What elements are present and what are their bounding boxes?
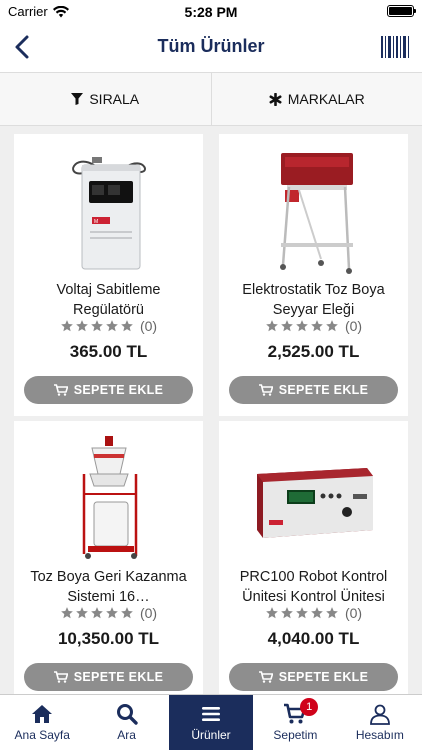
- battery-icon: [387, 5, 416, 17]
- product-image[interactable]: M: [14, 146, 203, 276]
- review-count: (0): [139, 318, 158, 334]
- sort-label: SIRALA: [89, 91, 140, 107]
- review-count: (0): [139, 605, 158, 621]
- sort-button[interactable]: SIRALA: [0, 73, 211, 125]
- filter-bar: SIRALA MARKALAR: [0, 72, 422, 126]
- product-rating: (0): [14, 605, 203, 621]
- cart-icon: [258, 384, 273, 396]
- star-icon: [121, 607, 133, 619]
- tab-home[interactable]: Ana Sayfa: [0, 695, 84, 750]
- product-card[interactable]: M Voltaj Sabitleme Regülatörü (0) 365.00…: [14, 134, 203, 416]
- tab-label: Ara: [117, 728, 136, 742]
- star-icon: [106, 320, 118, 332]
- review-count: (0): [344, 318, 363, 334]
- star-icon: [326, 607, 338, 619]
- add-to-cart-label: SEPETE EKLE: [278, 670, 369, 684]
- voltage-regulator-image: M: [71, 157, 146, 270]
- product-name[interactable]: Voltaj Sabitleme Regülatörü: [22, 280, 195, 320]
- cart-icon: [258, 671, 273, 683]
- star-icon: [121, 320, 133, 332]
- add-to-cart-button[interactable]: SEPETE EKLE: [24, 663, 193, 691]
- tab-products[interactable]: Ürünler: [168, 695, 254, 750]
- add-to-cart-label: SEPETE EKLE: [278, 383, 369, 397]
- star-icon: [61, 607, 73, 619]
- tab-label: Ana Sayfa: [14, 728, 70, 742]
- star-icon: [281, 320, 293, 332]
- star-rating: [60, 319, 134, 333]
- star-icon: [106, 607, 118, 619]
- status-bar: Carrier 5:28 PM: [0, 0, 422, 22]
- barcode-scan-button[interactable]: [380, 34, 410, 60]
- powder-sieve-image: [279, 153, 353, 274]
- filter-icon: [71, 93, 84, 105]
- product-name[interactable]: PRC100 Robot Kontrol Ünitesi Kontrol Üni…: [227, 567, 400, 607]
- cart-count-badge: 1: [300, 698, 319, 716]
- tab-label: Sepetim: [273, 728, 318, 742]
- add-to-cart-button[interactable]: SEPETE EKLE: [229, 663, 398, 691]
- star-icon: [311, 320, 323, 332]
- product-price: 10,350.00 TL: [57, 629, 160, 648]
- product-rating: (0): [14, 318, 203, 334]
- star-icon: [296, 320, 308, 332]
- star-icon: [76, 607, 88, 619]
- add-to-cart-label: SEPETE EKLE: [73, 383, 164, 397]
- menu-icon: [202, 707, 221, 721]
- product-name[interactable]: Elektrostatik Toz Boya Seyyar Eleği: [227, 280, 400, 320]
- brands-label: MARKALAR: [287, 91, 365, 107]
- navigation-bar: Tüm Ürünler: [0, 22, 422, 72]
- star-icon: [91, 607, 103, 619]
- search-icon: [116, 704, 138, 725]
- tab-search[interactable]: Ara: [84, 695, 168, 750]
- product-price: 365.00 TL: [69, 342, 148, 361]
- page-title: Tüm Ürünler: [157, 36, 265, 56]
- product-price: 2,525.00 TL: [267, 342, 360, 361]
- product-image[interactable]: [219, 146, 408, 276]
- product-price: 4,040.00 TL: [267, 629, 360, 648]
- home-icon: [32, 705, 53, 723]
- add-to-cart-button[interactable]: SEPETE EKLE: [229, 376, 398, 404]
- product-card[interactable]: Toz Boya Geri Kazanma Sistemi 16… (0) 10…: [14, 421, 203, 703]
- status-time: 5:28 PM: [184, 4, 238, 20]
- tab-bar: Ana Sayfa Ara Ürünler 1 Sepetim Hesabım: [0, 694, 422, 750]
- product-image[interactable]: [219, 433, 408, 563]
- tab-label: Hesabım: [355, 728, 404, 742]
- tab-cart[interactable]: 1 Sepetim: [253, 695, 337, 750]
- tab-label: Ürünler: [191, 728, 231, 742]
- cart-icon: [53, 384, 68, 396]
- product-name[interactable]: Toz Boya Geri Kazanma Sistemi 16…: [22, 567, 195, 607]
- star-icon: [311, 607, 323, 619]
- robot-control-unit-image: [256, 468, 373, 538]
- star-icon: [91, 320, 103, 332]
- product-card[interactable]: Elektrostatik Toz Boya Seyyar Eleği (0) …: [219, 134, 408, 416]
- star-rating: [265, 606, 339, 620]
- powder-recovery-system-image: [82, 436, 137, 559]
- asterisk-icon: [269, 92, 282, 106]
- star-icon: [266, 320, 278, 332]
- product-rating: (0): [219, 318, 408, 334]
- add-to-cart-button[interactable]: SEPETE EKLE: [24, 376, 193, 404]
- tab-account[interactable]: Hesabım: [338, 695, 422, 750]
- add-to-cart-label: SEPETE EKLE: [73, 670, 164, 684]
- cart-icon: [53, 671, 68, 683]
- barcode-icon: [381, 36, 409, 58]
- star-icon: [76, 320, 88, 332]
- star-icon: [61, 320, 73, 332]
- star-rating: [60, 606, 134, 620]
- star-icon: [326, 320, 338, 332]
- product-image[interactable]: [14, 433, 203, 563]
- product-rating: (0): [219, 605, 408, 621]
- product-card[interactable]: PRC100 Robot Kontrol Ünitesi Kontrol Üni…: [219, 421, 408, 703]
- user-icon: [369, 704, 390, 725]
- star-icon: [296, 607, 308, 619]
- star-icon: [281, 607, 293, 619]
- svg-text:M: M: [94, 219, 98, 225]
- star-rating: [265, 319, 339, 333]
- review-count: (0): [344, 605, 363, 621]
- brands-button[interactable]: MARKALAR: [210, 73, 422, 125]
- star-icon: [266, 607, 278, 619]
